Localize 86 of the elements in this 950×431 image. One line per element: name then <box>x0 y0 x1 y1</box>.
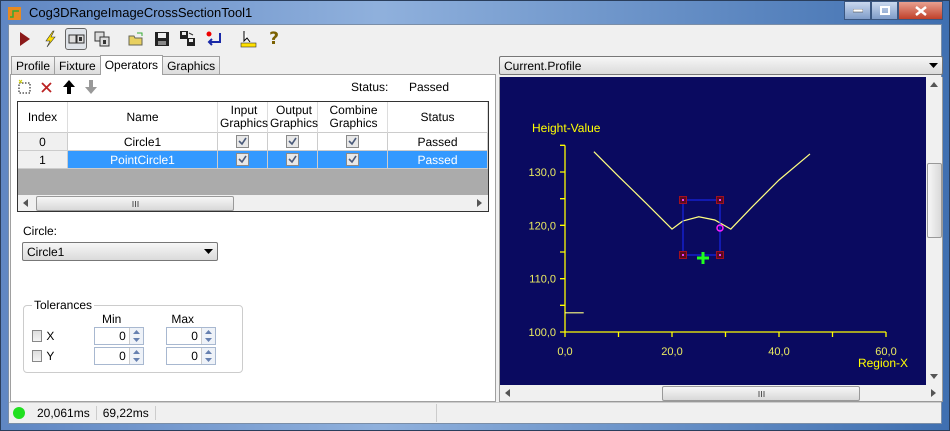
group-title: Tolerances <box>32 298 94 312</box>
scroll-left-icon <box>23 199 29 207</box>
x-tick-label: 40,0 <box>768 346 790 358</box>
vertical-scrollbar[interactable] <box>926 77 942 385</box>
window-title: Cog3DRangeImageCrossSectionTool1 <box>29 5 254 20</box>
column-header[interactable]: Output Graphics <box>268 102 318 133</box>
display-toggle-button[interactable] <box>65 28 87 50</box>
up-arrow-icon <box>61 79 77 95</box>
app-icon <box>7 4 23 20</box>
checkbox[interactable] <box>32 330 42 342</box>
x-tick-label: 60,0 <box>875 346 897 358</box>
row-index[interactable]: 0 <box>18 133 68 151</box>
help-button[interactable]: ? <box>263 28 285 50</box>
column-header[interactable]: Index <box>18 102 68 133</box>
view-dropdown[interactable]: Current.Profile <box>499 56 943 75</box>
number-spinner[interactable]: 0 <box>94 347 144 365</box>
scroll-right-icon <box>477 199 483 207</box>
grip-icon <box>132 200 138 206</box>
checkbox[interactable] <box>236 135 249 148</box>
scroll-right-icon <box>931 389 937 397</box>
close-button[interactable] <box>898 1 943 20</box>
field-label: Circle: <box>23 224 58 238</box>
grip-icon <box>758 390 764 396</box>
y-tick-label: 100,0 <box>528 327 556 339</box>
column-header[interactable]: Input Graphics <box>218 102 268 133</box>
tab[interactable]: Fixture <box>54 56 101 74</box>
tab[interactable]: Graphics <box>162 56 220 74</box>
horizontal-scrollbar[interactable] <box>18 195 488 211</box>
scrollbar-thumb[interactable] <box>662 386 860 401</box>
circle-dropdown[interactable]: Circle1 <box>22 242 218 261</box>
add-icon <box>17 79 33 95</box>
maximize-icon <box>880 6 890 15</box>
scroll-up-icon <box>930 82 938 88</box>
x-axis-title: Region-X <box>858 356 908 370</box>
tab[interactable]: Profile <box>11 56 56 74</box>
y-tick-label: 120,0 <box>528 220 556 232</box>
row-index[interactable]: 1 <box>18 151 68 169</box>
reset-arrow-icon <box>205 30 223 48</box>
tab[interactable]: Operators <box>100 55 164 75</box>
up-arrow-button[interactable] <box>61 79 77 95</box>
table-cell[interactable]: Circle1 <box>68 133 218 151</box>
checkbox[interactable] <box>32 350 42 362</box>
add-button[interactable] <box>17 79 33 95</box>
x-tick-label: 0,0 <box>557 346 573 358</box>
column-label: Min <box>102 312 122 326</box>
floppy-disks-icon <box>179 30 197 48</box>
status-value: Passed <box>409 80 450 94</box>
number-spinner[interactable]: 0 <box>166 327 216 345</box>
y-tick-label: 130,0 <box>528 167 556 179</box>
windows-icon <box>93 30 111 48</box>
number-spinner[interactable]: 0 <box>166 347 216 365</box>
checkbox[interactable] <box>286 135 299 148</box>
column-header[interactable]: Status <box>388 102 488 133</box>
scroll-down-icon <box>930 374 938 380</box>
checkbox[interactable] <box>286 153 299 166</box>
scrollbar-thumb[interactable] <box>927 163 942 238</box>
cursor-ruler-icon <box>239 30 257 48</box>
y-tick-label: 110,0 <box>529 274 556 286</box>
x-tick-label: 20,0 <box>661 346 683 358</box>
status-label: Status: <box>351 80 390 94</box>
close-icon <box>914 6 926 16</box>
scroll-left-icon <box>505 389 511 397</box>
checkbox[interactable] <box>346 153 359 166</box>
number-spinner[interactable]: 0 <box>94 327 144 345</box>
point-marker <box>716 224 724 232</box>
minimize-button[interactable] <box>844 1 871 20</box>
checkbox[interactable] <box>346 135 359 148</box>
column-label: Max <box>171 312 194 326</box>
minimize-icon <box>852 8 862 12</box>
center-cross-icon <box>696 250 710 266</box>
scrollbar-thumb[interactable] <box>36 196 234 211</box>
timing-value: 69,22ms <box>96 406 156 420</box>
checkbox[interactable] <box>236 153 249 166</box>
table-cell[interactable]: Passed <box>388 133 488 151</box>
checkbox-label: Y <box>46 349 56 363</box>
folder-icon <box>127 30 145 48</box>
dropdown-caret-icon <box>204 249 213 254</box>
maximize-button[interactable] <box>871 1 898 20</box>
column-header[interactable]: Combine Graphics <box>318 102 388 133</box>
column-header[interactable]: Name <box>68 102 218 133</box>
selection-rectangle[interactable] <box>679 196 724 259</box>
dropdown-caret-icon <box>929 63 938 68</box>
checkbox-label: X <box>46 329 56 343</box>
timing-value: 20,061ms <box>31 406 97 420</box>
y-axis-title: Height-Value <box>532 121 600 135</box>
down-arrow-icon <box>83 79 99 95</box>
